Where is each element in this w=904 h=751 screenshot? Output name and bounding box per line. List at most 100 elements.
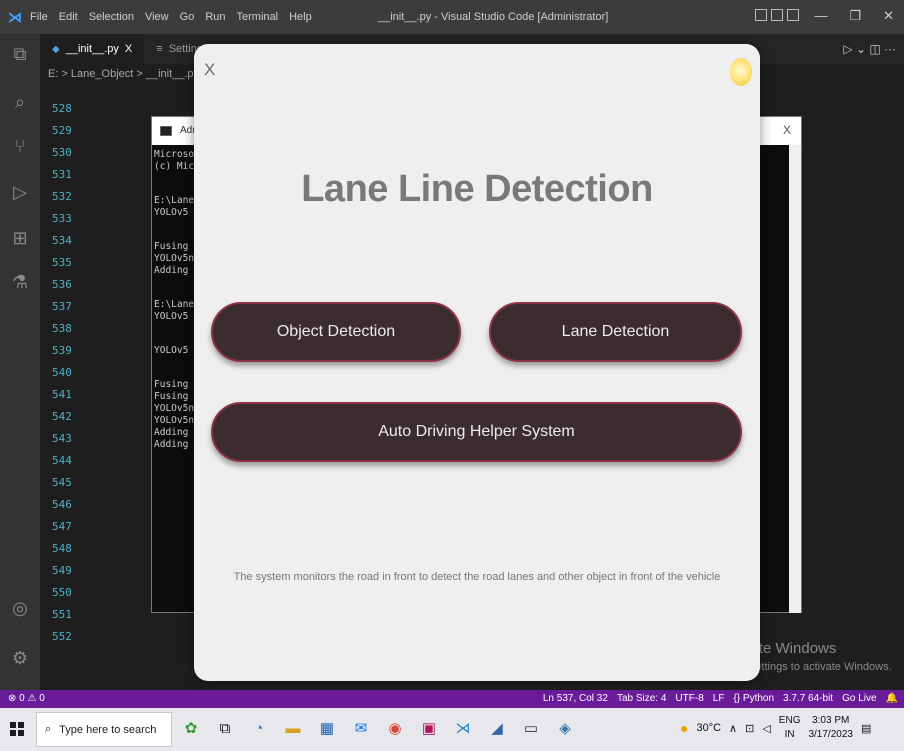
- terminal-close-button[interactable]: X: [783, 123, 791, 137]
- menu-help[interactable]: Help: [289, 11, 312, 23]
- toggle-panel-icon[interactable]: [755, 9, 767, 21]
- line-number: 537: [52, 300, 72, 313]
- auto-driving-helper-button[interactable]: Auto Driving Helper System: [211, 402, 742, 462]
- language-line1: ENG: [778, 715, 801, 726]
- taskbar-clock[interactable]: 3:03 PM 3/17/2023: [808, 714, 853, 742]
- anaconda-icon[interactable]: ◢: [486, 716, 508, 742]
- layout-controls: [755, 9, 799, 21]
- edge-browser-icon[interactable]: ◔: [248, 716, 270, 742]
- toggle-sidebar-icon[interactable]: [787, 9, 799, 21]
- search-icon[interactable]: ⌕: [8, 90, 32, 114]
- source-control-icon[interactable]: ⑂: [8, 134, 32, 158]
- app-description: The system monitors the road in front to…: [233, 571, 721, 583]
- minimize-icon[interactable]: —: [814, 8, 827, 24]
- editor-actions[interactable]: ▷ ⌄ ◫ ···: [843, 42, 896, 56]
- terminal-line: YOLOv5: [154, 207, 189, 218]
- cursor-position[interactable]: Ln 537, Col 32: [543, 693, 608, 704]
- file-explorer-icon[interactable]: ▬: [282, 716, 304, 742]
- temperature[interactable]: 30°C: [696, 722, 721, 734]
- object-detection-button[interactable]: Object Detection: [211, 302, 461, 362]
- line-number: 530: [52, 146, 72, 159]
- terminal-taskbar-icon[interactable]: ▭: [520, 716, 542, 742]
- line-number: 533: [52, 212, 72, 225]
- status-bar-right: Ln 537, Col 32 Tab Size: 4 UTF-8 LF {} P…: [543, 693, 898, 704]
- menu-view[interactable]: View: [145, 11, 169, 23]
- search-icon: ⌕: [45, 723, 52, 735]
- terminal-line: E:\Lane_: [154, 195, 200, 206]
- run-debug-icon[interactable]: ▷: [8, 180, 32, 204]
- menu-go[interactable]: Go: [180, 11, 195, 23]
- line-number: 532: [52, 190, 72, 203]
- tab-close-icon[interactable]: X: [125, 43, 132, 55]
- menu-terminal[interactable]: Terminal: [237, 11, 279, 23]
- account-icon[interactable]: ◎: [8, 596, 32, 620]
- line-number: 546: [52, 498, 72, 511]
- network-icon[interactable]: ⊡: [745, 722, 754, 735]
- language-indicator[interactable]: ENG IN: [779, 714, 801, 742]
- terminal-line: YOLOv5: [154, 345, 189, 356]
- language-mode[interactable]: {} Python: [733, 693, 774, 704]
- activity-bar: ⧉ ⌕ ⑂ ▷ ⊞ ⚗ ◎ ⚙: [0, 34, 40, 690]
- bulb-icon: [730, 58, 752, 86]
- extensions-icon[interactable]: ⊞: [8, 226, 32, 250]
- tab-size[interactable]: Tab Size: 4: [617, 693, 666, 704]
- line-number: 550: [52, 586, 72, 599]
- taskbar-pinned-apps: ✿ ⧉ ◔ ▬ ▦ ✉ ◉ ▣ ⋊ ◢ ▭ ◈: [180, 716, 576, 742]
- settings-gear-icon[interactable]: ⚙: [8, 646, 32, 670]
- line-number: 534: [52, 234, 72, 247]
- terminal-line: YOLOv5n: [154, 415, 195, 426]
- window-controls: — ❐ ✕: [814, 8, 894, 24]
- line-ending[interactable]: LF: [713, 693, 725, 704]
- terminal-line: (c) Micr: [154, 161, 200, 172]
- line-number-gutter: 528 529 530 531 532 533 534 535 536 537 …: [40, 86, 100, 690]
- python-taskbar-icon[interactable]: ◈: [554, 716, 576, 742]
- testing-icon[interactable]: ⚗: [8, 270, 32, 294]
- menu-edit[interactable]: Edit: [59, 11, 78, 23]
- go-live-button[interactable]: Go Live: [842, 693, 876, 704]
- tray-overflow-icon[interactable]: ∧: [729, 722, 737, 735]
- line-number: 536: [52, 278, 72, 291]
- clover-widget-icon[interactable]: ✿: [180, 716, 202, 742]
- line-number: 545: [52, 476, 72, 489]
- lane-detection-button[interactable]: Lane Detection: [489, 302, 742, 362]
- encoding[interactable]: UTF-8: [675, 693, 703, 704]
- app-close-button[interactable]: X: [204, 60, 215, 80]
- powerpoint-icon[interactable]: ▣: [418, 716, 440, 742]
- line-number: 551: [52, 608, 72, 621]
- taskbar-search-box[interactable]: ⌕ Type here to search: [36, 712, 172, 747]
- action-center-icon[interactable]: ▤: [861, 722, 871, 735]
- notifications-bell-icon[interactable]: 🔔: [886, 693, 898, 704]
- menu-bar: File Edit Selection View Go Run Terminal…: [30, 11, 312, 23]
- chrome-icon[interactable]: ◉: [384, 716, 406, 742]
- tab-init-py[interactable]: ◆ __init__.py X: [40, 34, 145, 64]
- restore-icon[interactable]: ❐: [849, 8, 861, 24]
- line-number: 549: [52, 564, 72, 577]
- terminal-line: YOLOv5n: [154, 403, 195, 414]
- terminal-line: Adding A: [154, 265, 200, 276]
- terminal-line: Microsof: [154, 149, 200, 160]
- menu-selection[interactable]: Selection: [89, 11, 134, 23]
- problems-indicator[interactable]: ⊗ 0 ⚠ 0: [8, 693, 45, 704]
- task-view-icon[interactable]: ⧉: [214, 716, 236, 742]
- line-number: 539: [52, 344, 72, 357]
- start-button[interactable]: [10, 722, 24, 736]
- clock-time: 3:03 PM: [812, 715, 850, 726]
- app-title: Lane Line Detection: [301, 168, 653, 210]
- toggle-editor-icon[interactable]: [771, 9, 783, 21]
- terminal-line: Fusing l: [154, 391, 200, 402]
- line-number: 544: [52, 454, 72, 467]
- explorer-icon[interactable]: ⧉: [8, 42, 32, 66]
- terminal-scrollbar[interactable]: [789, 145, 801, 613]
- weather-icon: ●: [680, 720, 689, 736]
- python-interpreter[interactable]: 3.7.7 64-bit: [783, 693, 833, 704]
- vscode-taskbar-icon[interactable]: ⋊: [452, 716, 474, 742]
- menu-file[interactable]: File: [30, 11, 48, 23]
- terminal-line: Fusing l: [154, 241, 200, 252]
- line-number: 541: [52, 388, 72, 401]
- close-window-icon[interactable]: ✕: [883, 8, 894, 24]
- volume-icon[interactable]: ◁: [762, 722, 770, 735]
- mail-icon[interactable]: ✉: [350, 716, 372, 742]
- store-icon[interactable]: ▦: [316, 716, 338, 742]
- menu-run[interactable]: Run: [205, 11, 225, 23]
- language-line2: IN: [784, 729, 795, 740]
